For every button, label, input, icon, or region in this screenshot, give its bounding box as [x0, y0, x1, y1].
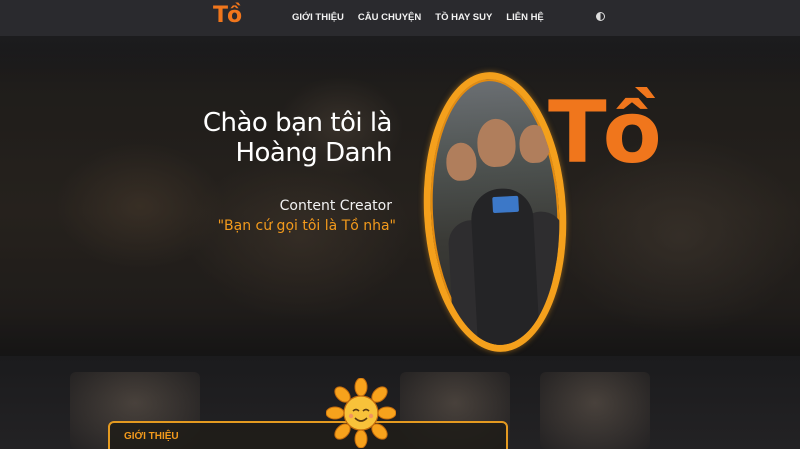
- nav-links: GIỚI THIỆU CÂU CHUYỆN TỒ HAY SUY LIÊN HỆ: [292, 12, 544, 23]
- phone-icon: [492, 195, 520, 214]
- job-title: Content Creator: [279, 198, 392, 214]
- hero-overlay: [0, 36, 800, 356]
- nav-link-to-hay-suy[interactable]: TỒ HAY SUY: [435, 12, 492, 23]
- nav-link-lien-he[interactable]: LIÊN HỆ: [506, 12, 543, 23]
- sunflower-icon: [326, 378, 396, 448]
- hero-section: [0, 36, 800, 356]
- nav-link-gioi-thieu[interactable]: GIỚI THIỆU: [292, 12, 344, 23]
- about-card: GIỚI THIỆU: [108, 421, 508, 449]
- hero-quote: "Bạn cứ gọi tôi là Tồ nha": [217, 218, 396, 234]
- greeting-line-1: Chào bạn tôi là: [202, 108, 393, 138]
- top-navbar: Tồ GIỚI THIỆU CÂU CHUYỆN TỒ HAY SUY LIÊN…: [0, 0, 800, 36]
- about-label: GIỚI THIỆU: [124, 431, 179, 442]
- greeting-line-2: Hoàng Danh: [235, 138, 392, 168]
- hero-big-logo: Tồ: [548, 83, 662, 183]
- portrait-person-right-head: [518, 124, 551, 164]
- portrait-person-center-head: [476, 117, 517, 168]
- site-logo[interactable]: Tồ: [213, 3, 242, 28]
- lower-photo-right: [540, 372, 650, 449]
- hero-greeting: Chào bạn tôi là Hoàng Danh: [202, 108, 393, 168]
- portrait-person-left-head: [445, 141, 478, 182]
- hero-top-fade: [0, 36, 800, 76]
- theme-toggle-icon[interactable]: [596, 12, 605, 21]
- nav-link-cau-chuyen[interactable]: CÂU CHUYỆN: [358, 12, 421, 23]
